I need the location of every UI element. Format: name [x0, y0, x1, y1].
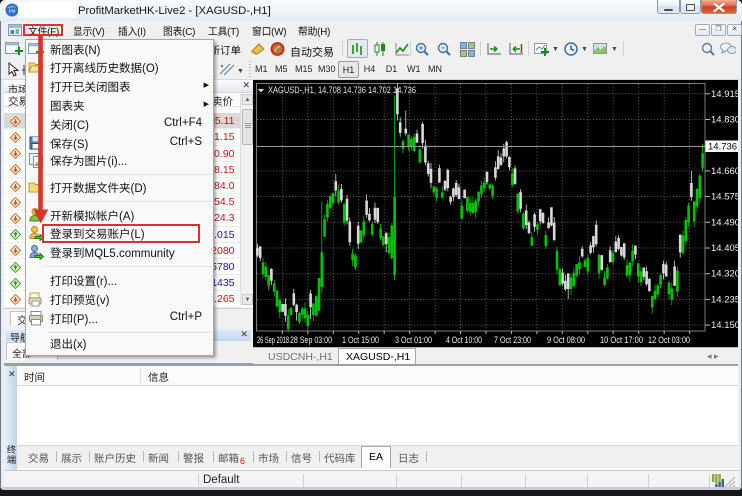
svg-text:14.320: 14.320	[711, 269, 738, 280]
svg-text:10 Oct 17:00: 10 Oct 17:00	[600, 335, 643, 345]
svg-text:▼: ▼	[237, 68, 244, 75]
svg-text:26 Sep 2018: 26 Sep 2018	[257, 335, 289, 345]
svg-text:7 Oct 23:00: 7 Oct 23:00	[494, 335, 531, 345]
svg-text:14.150: 14.150	[711, 320, 738, 331]
svg-text:9 Oct 08:00: 9 Oct 08:00	[547, 335, 585, 345]
svg-text:14.575: 14.575	[711, 192, 738, 203]
svg-text:14.830: 14.830	[711, 115, 738, 126]
svg-text:28 Sep 03:00: 28 Sep 03:00	[290, 335, 332, 345]
svg-text:−: −	[441, 44, 446, 53]
svg-text:+: +	[419, 44, 424, 53]
svg-text:3 Oct 01:00: 3 Oct 01:00	[395, 335, 432, 345]
svg-text:14.660: 14.660	[711, 166, 738, 177]
svg-text:14.490: 14.490	[711, 217, 738, 228]
svg-text:14.235: 14.235	[711, 294, 738, 305]
svg-text:14.915: 14.915	[711, 89, 738, 100]
svg-text:PM: PM	[9, 9, 16, 14]
svg-text:1 Oct 15:00: 1 Oct 15:00	[342, 335, 379, 345]
svg-text:4 Oct 10:00: 4 Oct 10:00	[446, 335, 482, 345]
svg-text:12 Oct 03:00: 12 Oct 03:00	[648, 335, 690, 345]
svg-text:XAGUSD-,H1, 14.708 14.736 14.7: XAGUSD-,H1, 14.708 14.736 14.702 14.736	[268, 85, 416, 95]
svg-text:14.405: 14.405	[711, 243, 738, 254]
svg-text:14.736: 14.736	[708, 142, 737, 153]
